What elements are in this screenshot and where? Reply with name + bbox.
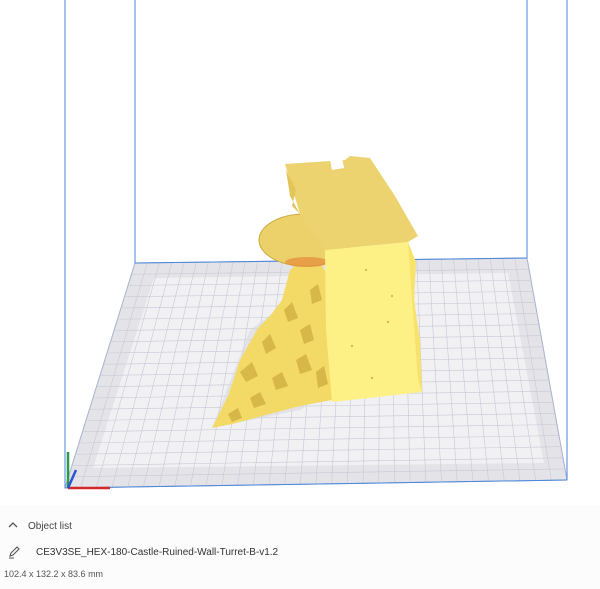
object-name-row: CE3V3SE_HEX-180-Castle-Ruined-Wall-Turre… bbox=[4, 543, 282, 561]
object-dimensions: 102.4 x 132.2 x 83.6 mm bbox=[4, 569, 104, 579]
pencil-icon[interactable] bbox=[8, 545, 22, 559]
object-name: CE3V3SE_HEX-180-Castle-Ruined-Wall-Turre… bbox=[36, 546, 279, 558]
object-list-toggle[interactable]: Object list bbox=[4, 519, 76, 534]
3d-viewport[interactable] bbox=[0, 0, 600, 505]
object-panel: Object list CE3V3SE_HEX-180-Castle-Ruine… bbox=[0, 505, 600, 589]
slicer-window: Object list CE3V3SE_HEX-180-Castle-Ruine… bbox=[0, 0, 600, 589]
build-plate-scene[interactable] bbox=[0, 0, 600, 505]
object-list-label: Object list bbox=[28, 521, 72, 532]
chevron-up-icon bbox=[8, 521, 22, 532]
